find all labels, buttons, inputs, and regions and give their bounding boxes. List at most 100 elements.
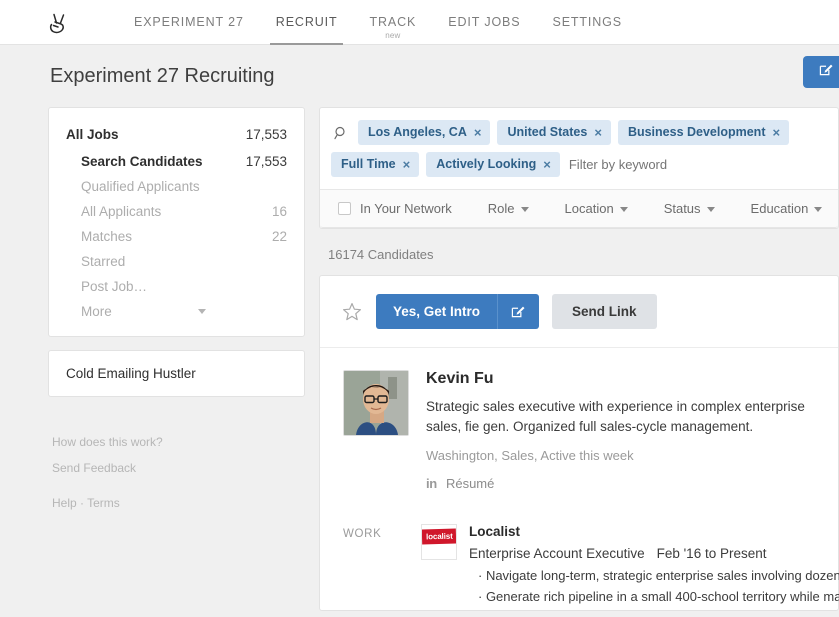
filter-dropdown-status[interactable]: Status [664, 201, 715, 216]
candidate-profile: Kevin Fu Strategic sales executive with … [320, 348, 838, 509]
filter-toolbar: In Your Network Role Location Status Edu… [320, 190, 838, 228]
job-card-cold-emailing-hustler[interactable]: Cold Emailing Hustler [48, 350, 305, 397]
work-role-line: Enterprise Account ExecutiveFeb '16 to P… [469, 546, 839, 561]
sidebar-item-all-applicants[interactable]: All Applicants 16 [49, 199, 304, 224]
sidebar-item-qualified-applicants[interactable]: Qualified Applicants [49, 174, 304, 199]
sidebar-item-label: Matches [81, 229, 132, 244]
nav-item-label: EDIT JOBS [448, 15, 520, 29]
sidebar-item-more[interactable]: More [49, 299, 304, 324]
candidate-results-list: Yes, Get Intro Send Link [319, 275, 839, 611]
candidate-description: Strategic sales executive with experienc… [426, 397, 838, 437]
sidebar-item-count: 17,553 [246, 127, 287, 142]
sidebar-item-matches[interactable]: Matches 22 [49, 224, 304, 249]
sidebar-item-count: 17,553 [246, 154, 287, 169]
main-content: Los Angeles, CA × United States × Busine… [319, 107, 839, 611]
sidebar-item-label: All Jobs [66, 127, 119, 142]
sidebar-footer-links: How does this work? Send Feedback Help ·… [48, 397, 305, 510]
star-outline-icon[interactable] [341, 301, 363, 323]
footer-link-send-feedback[interactable]: Send Feedback [52, 461, 305, 475]
filter-dropdown-role[interactable]: Role [488, 201, 529, 216]
nav-item-settings[interactable]: SETTINGS [536, 0, 638, 45]
sidebar-item-search-candidates[interactable]: Search Candidates 17,553 [49, 149, 304, 174]
nav-item-new-badge: new [385, 31, 400, 40]
search-tag-bar[interactable]: Los Angeles, CA × United States × Busine… [320, 108, 838, 190]
nav-item-label: RECRUIT [276, 15, 338, 29]
work-section-label: WORK [343, 515, 421, 610]
page-header: Experiment 27 Recruiting [0, 45, 839, 107]
nav-item-recruit[interactable]: RECRUIT [260, 0, 354, 45]
filter-tag-label: Los Angeles, CA [368, 126, 467, 139]
candidate-name[interactable]: Kevin Fu [426, 370, 838, 388]
yes-get-intro-label: Yes, Get Intro [376, 294, 497, 329]
linkedin-in-icon: in [426, 476, 437, 491]
search-filter-panel: Los Angeles, CA × United States × Busine… [319, 107, 839, 229]
candidate-resume-link[interactable]: in Résumé [426, 476, 838, 491]
work-bullets: · Navigate long-term, strategic enterpri… [469, 568, 839, 604]
company-logo-localist: localist [421, 524, 457, 560]
sidebar-item-label: More [81, 304, 112, 319]
nav-item-label: SETTINGS [552, 15, 622, 29]
work-entry: Localist Enterprise Account ExecutiveFeb… [469, 515, 839, 610]
nav-item-label: EXPERIMENT 27 [134, 15, 244, 29]
sidebar-item-label: Qualified Applicants [81, 179, 200, 194]
filter-dropdown-education[interactable]: Education [751, 201, 823, 216]
sidebar-item-label: Search Candidates [81, 154, 203, 169]
work-company-name[interactable]: Localist [469, 524, 839, 539]
chevron-down-icon [707, 207, 715, 212]
nav-links: EXPERIMENT 27 RECRUIT TRACK new EDIT JOB… [118, 0, 638, 45]
sidebar-item-label: All Applicants [81, 204, 161, 219]
compose-icon[interactable] [498, 294, 539, 329]
candidate-photo[interactable] [343, 370, 409, 436]
filter-tag-actively-looking[interactable]: Actively Looking × [426, 152, 560, 177]
close-icon[interactable]: × [474, 126, 482, 139]
candidate-meta: Washington, Sales, Active this week [426, 448, 838, 463]
footer-link-how-does-this-work[interactable]: How does this work? [52, 435, 305, 449]
send-link-button[interactable]: Send Link [552, 294, 657, 329]
filter-dropdown-label: Role [488, 201, 515, 216]
company-logo-text: localist [422, 528, 456, 544]
sidebar-item-post-job[interactable]: Post Job… [49, 274, 304, 299]
work-bullet: · Generate rich pipeline in a small 400-… [478, 589, 839, 604]
nav-item-experiment-27[interactable]: EXPERIMENT 27 [118, 0, 260, 45]
compose-icon [819, 62, 834, 82]
nav-item-edit-jobs[interactable]: EDIT JOBS [432, 0, 536, 45]
keyword-filter-input[interactable] [567, 153, 747, 176]
close-icon[interactable]: × [543, 158, 551, 171]
sidebar-item-label: Post Job… [81, 279, 147, 294]
chevron-down-icon [620, 207, 628, 212]
filter-dropdown-location[interactable]: Location [565, 201, 628, 216]
work-bullet: · Navigate long-term, strategic enterpri… [478, 568, 839, 583]
yes-get-intro-button[interactable]: Yes, Get Intro [376, 294, 539, 329]
nav-item-label: TRACK [369, 15, 416, 29]
search-icon [331, 126, 351, 140]
top-navigation-bar: EXPERIMENT 27 RECRUIT TRACK new EDIT JOB… [0, 0, 839, 45]
close-icon[interactable]: × [594, 126, 602, 139]
in-your-network-checkbox[interactable] [338, 202, 351, 215]
candidate-action-row: Yes, Get Intro Send Link [320, 276, 838, 348]
filter-dropdown-label: Location [565, 201, 614, 216]
compose-message-button[interactable] [803, 56, 839, 88]
close-icon[interactable]: × [772, 126, 780, 139]
candidate-work-section: WORK localist Localist Enterprise Accoun… [320, 509, 838, 610]
filter-tag-united-states[interactable]: United States × [497, 120, 610, 145]
filter-tag-business-development[interactable]: Business Development × [618, 120, 789, 145]
chevron-down-icon [521, 207, 529, 212]
filter-tag-los-angeles[interactable]: Los Angeles, CA × [358, 120, 490, 145]
filter-tag-label: United States [507, 126, 587, 139]
filter-tag-full-time[interactable]: Full Time × [331, 152, 419, 177]
candidate-info: Kevin Fu Strategic sales executive with … [426, 370, 838, 491]
filter-label-in-your-network[interactable]: In Your Network [360, 201, 452, 216]
resume-label: Résumé [446, 476, 494, 491]
close-icon[interactable]: × [403, 158, 411, 171]
results-count: 16174 Candidates [319, 229, 839, 275]
job-card-title: Cold Emailing Hustler [66, 366, 287, 381]
page-title: Experiment 27 Recruiting [50, 65, 275, 88]
nav-item-track[interactable]: TRACK new [353, 0, 432, 45]
page-body: All Jobs 17,553 Search Candidates 17,553… [0, 107, 839, 611]
sidebar-item-starred[interactable]: Starred [49, 249, 304, 274]
footer-link-help-terms[interactable]: Help · Terms [52, 496, 305, 510]
angellist-peace-hand-icon[interactable] [42, 5, 76, 39]
filter-dropdown-label: Status [664, 201, 701, 216]
filter-tag-label: Actively Looking [436, 158, 536, 171]
sidebar-item-all-jobs[interactable]: All Jobs 17,553 [49, 122, 304, 149]
